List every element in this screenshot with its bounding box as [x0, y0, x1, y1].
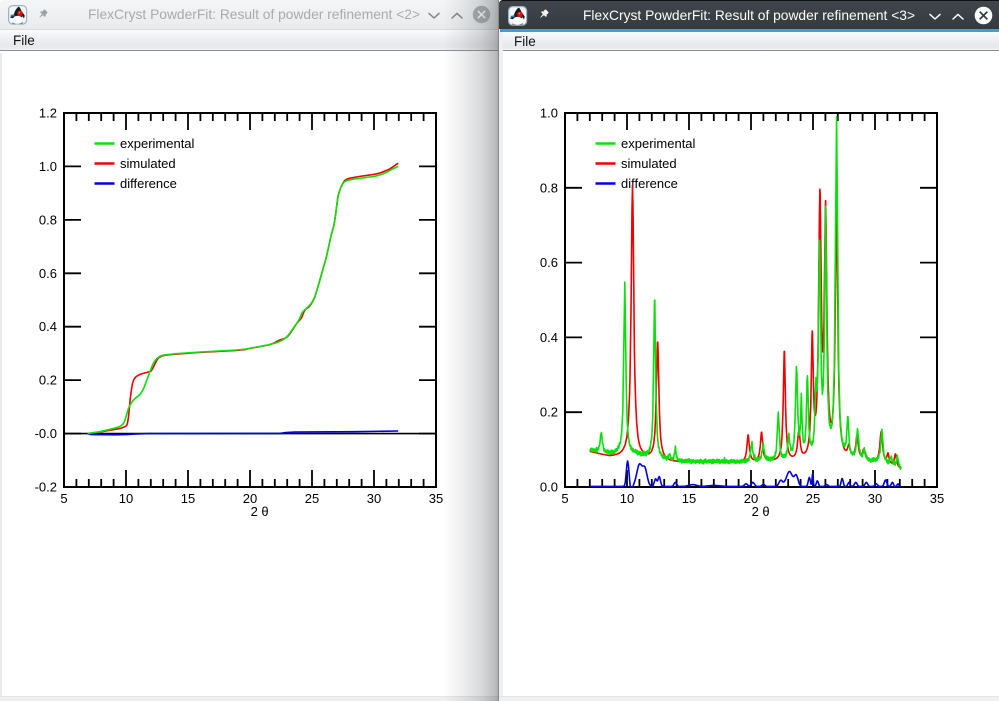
svg-text:0.8: 0.8: [39, 212, 57, 227]
svg-text:10: 10: [620, 491, 634, 506]
svg-text:0.2: 0.2: [540, 405, 558, 420]
svg-text:difference: difference: [621, 176, 678, 191]
svg-text:experimental: experimental: [621, 136, 696, 151]
svg-text:2 θ: 2 θ: [752, 504, 770, 519]
svg-text:5: 5: [60, 491, 67, 506]
svg-text:15: 15: [181, 491, 195, 506]
svg-text:30: 30: [367, 491, 381, 506]
svg-text:5: 5: [561, 491, 568, 506]
svg-text:difference: difference: [120, 176, 177, 191]
svg-text:simulated: simulated: [621, 156, 677, 171]
svg-text:10: 10: [119, 491, 133, 506]
svg-text:1.0: 1.0: [540, 106, 558, 121]
svg-text:1.0: 1.0: [39, 159, 57, 174]
svg-text:25: 25: [806, 491, 820, 506]
svg-text:0.4: 0.4: [540, 330, 558, 345]
svg-text:15: 15: [682, 491, 696, 506]
svg-text:-0.2: -0.2: [35, 480, 57, 495]
svg-text:0.0: 0.0: [540, 480, 558, 495]
svg-text:30: 30: [868, 491, 882, 506]
svg-text:35: 35: [930, 491, 944, 506]
svg-text:0.6: 0.6: [39, 266, 57, 281]
svg-text:2 θ: 2 θ: [251, 504, 269, 519]
svg-text:0.6: 0.6: [540, 255, 558, 270]
svg-text:25: 25: [305, 491, 319, 506]
svg-text:1.2: 1.2: [39, 106, 57, 121]
svg-text:0.2: 0.2: [39, 373, 57, 388]
svg-text:0.4: 0.4: [39, 319, 57, 334]
svg-text:experimental: experimental: [120, 136, 195, 151]
svg-text:35: 35: [429, 491, 443, 506]
svg-text:0.8: 0.8: [540, 180, 558, 195]
svg-text:simulated: simulated: [120, 156, 176, 171]
svg-text:-0.0: -0.0: [35, 426, 57, 441]
